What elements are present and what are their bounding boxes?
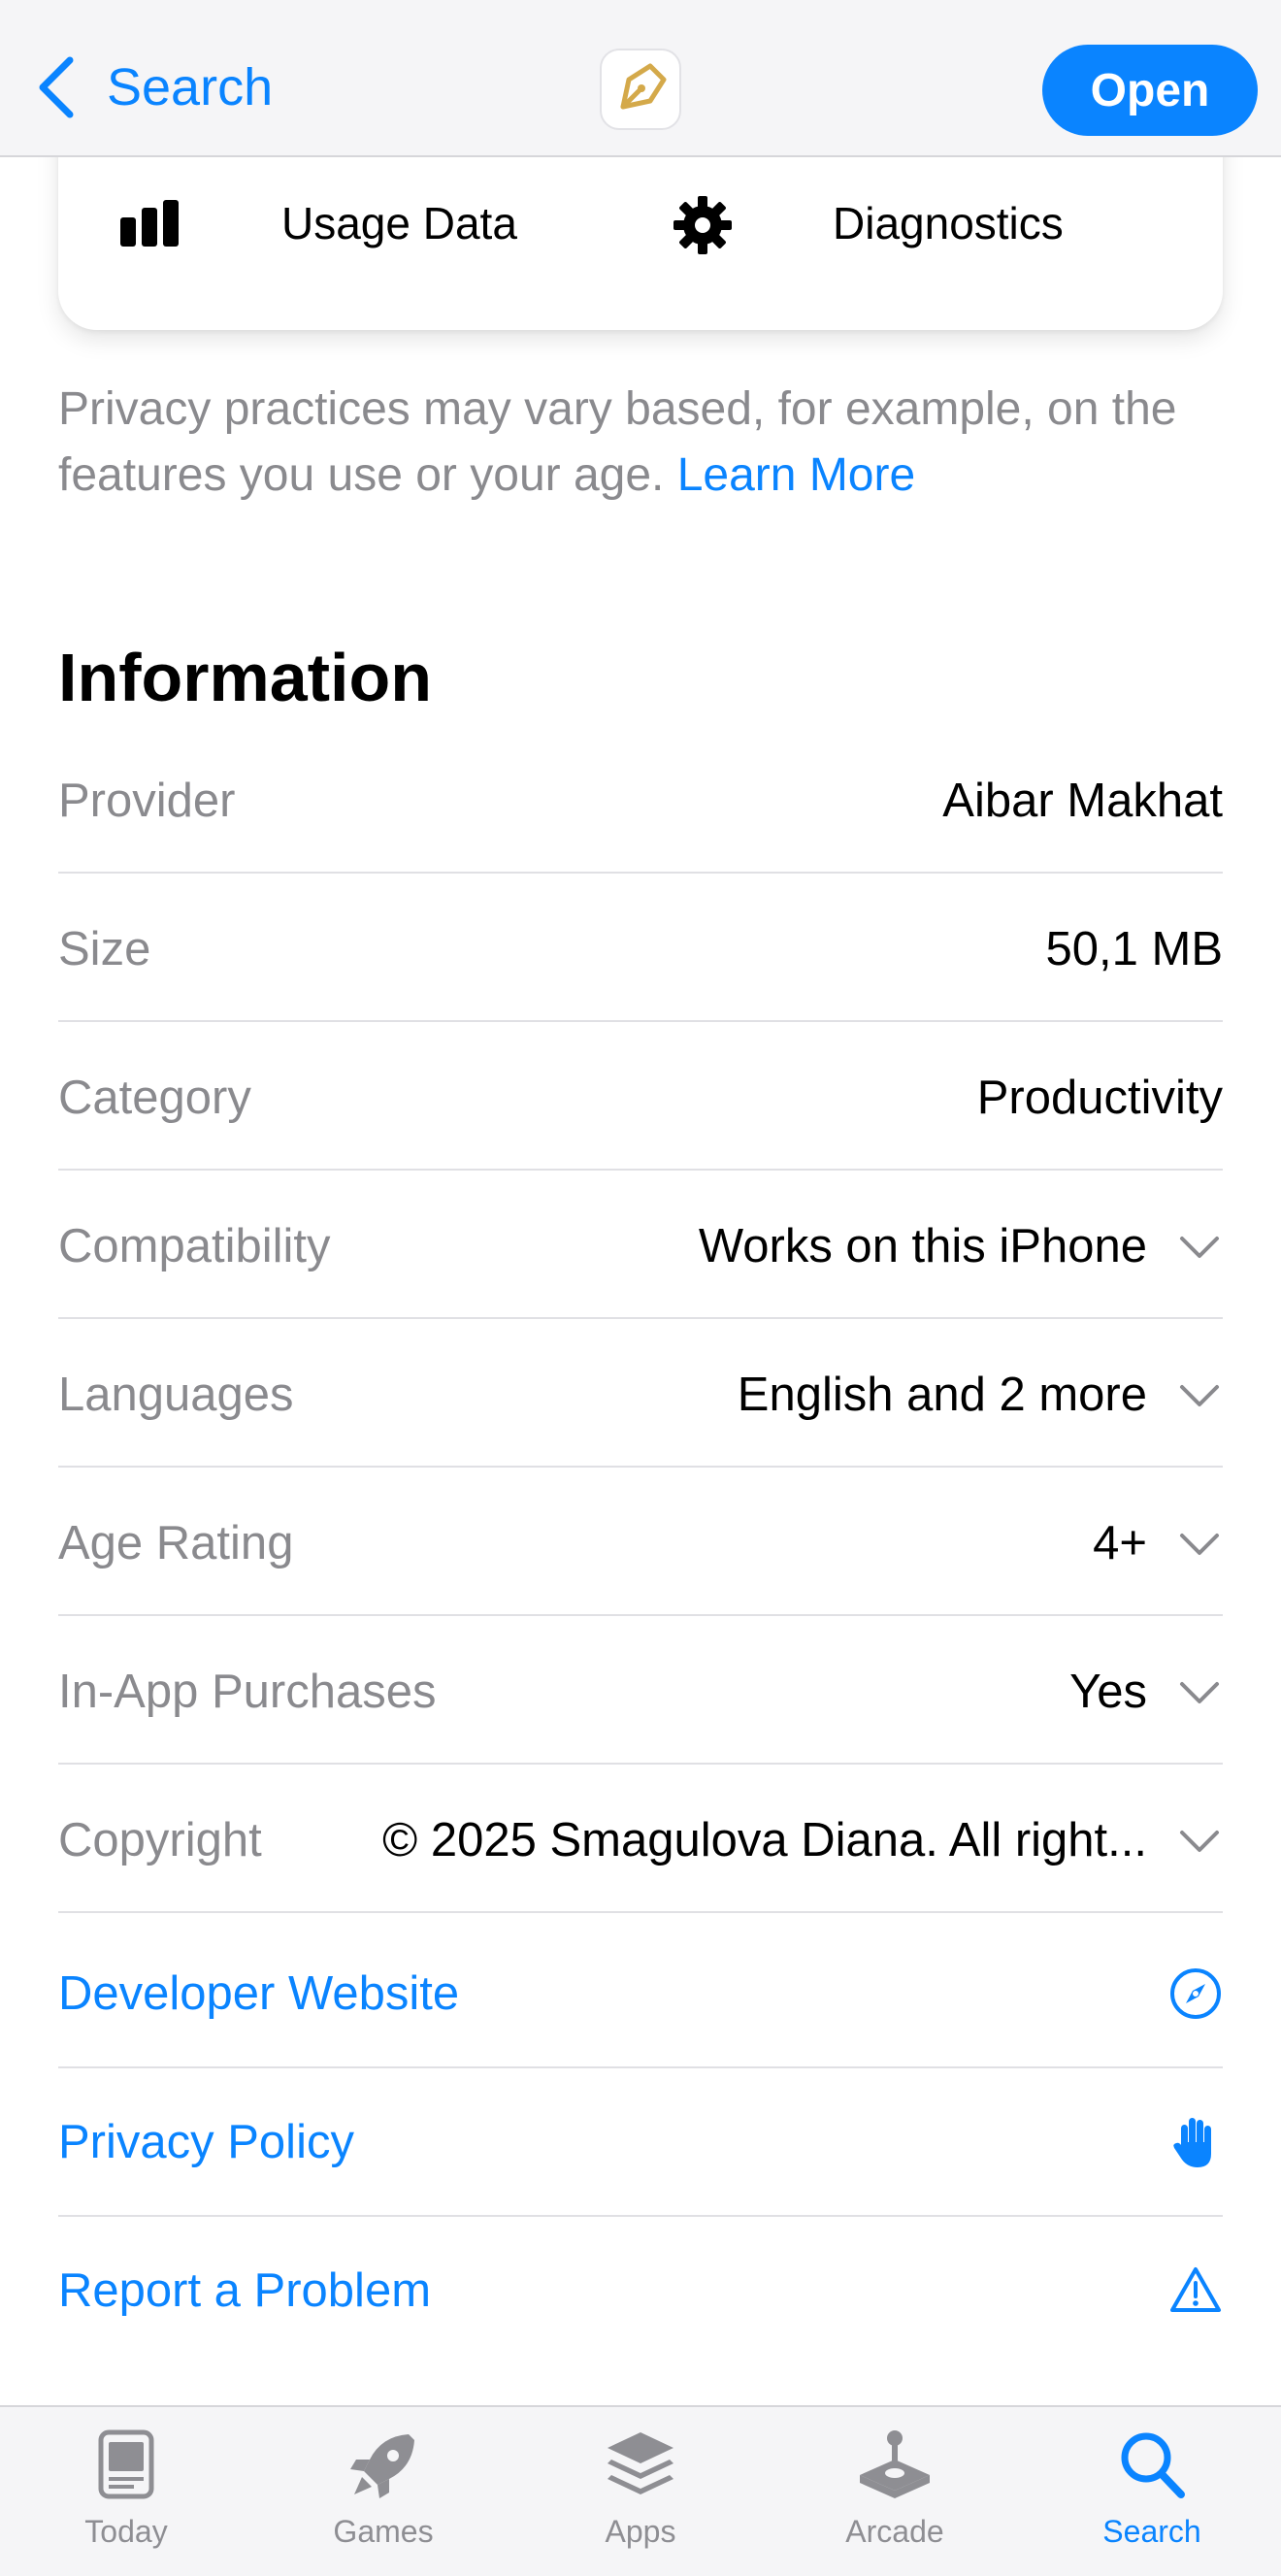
info-value: English and 2 more [737, 1369, 1147, 1421]
info-value: © 2025 Smagulova Diana. All right... [382, 1814, 1147, 1866]
info-row-age-rating[interactable]: Age Rating 4+ [58, 1470, 1223, 1617]
info-row-in-app-purchases[interactable]: In-App Purchases Yes [58, 1618, 1223, 1766]
link-label: Report a Problem [58, 2264, 432, 2317]
developer-website-link[interactable]: Developer Website [58, 1920, 1223, 2067]
privacy-note-text: Privacy practices may vary based, for ex… [58, 383, 1177, 501]
rocket-icon [350, 2434, 414, 2498]
chevron-down-icon[interactable] [1176, 1823, 1223, 1858]
info-key: Compatibility [58, 1220, 331, 1272]
hand-icon [1173, 2118, 1211, 2167]
tab-label: Apps [605, 2514, 676, 2549]
top-nav-bar: Search Open [0, 0, 1281, 157]
info-row-category: Category Productivity [58, 1024, 1223, 1172]
gear-icon [673, 196, 732, 254]
tab-today[interactable]: Today [29, 2407, 223, 2576]
link-label: Privacy Policy [58, 2116, 354, 2168]
info-value: Works on this iPhone [698, 1220, 1147, 1272]
back-button[interactable]: Search [107, 56, 273, 118]
info-value: 50,1 MB [1045, 923, 1223, 975]
section-title-information: Information [58, 640, 432, 715]
report-problem-link[interactable]: Report a Problem [58, 2217, 1223, 2364]
tab-label: Today [84, 2514, 168, 2549]
divider [58, 1614, 1223, 1616]
info-value: Aibar Makhat [942, 775, 1223, 827]
info-key: Provider [58, 775, 236, 827]
divider [58, 1911, 1223, 1913]
tab-label: Arcade [845, 2514, 944, 2549]
tab-search[interactable]: Search [1055, 2407, 1249, 2576]
privacy-note: Privacy practices may vary based, for ex… [58, 377, 1223, 509]
info-key: Age Rating [58, 1517, 294, 1569]
search-icon [1121, 2432, 1185, 2498]
tab-games[interactable]: Games [286, 2407, 480, 2576]
divider [58, 1466, 1223, 1468]
apps-stack-icon [608, 2432, 673, 2494]
divider [58, 1317, 1223, 1319]
tab-label: Search [1102, 2514, 1201, 2549]
chevron-down-icon[interactable] [1176, 1526, 1223, 1561]
bar-chart-icon [120, 200, 179, 247]
info-value: 4+ [1093, 1517, 1147, 1569]
privacy-item-label: Diagnostics [833, 198, 1064, 248]
divider [58, 1169, 1223, 1171]
today-icon [98, 2429, 154, 2499]
tab-bar: Today Games Apps Arcade Search [0, 2405, 1281, 2576]
chevron-down-icon[interactable] [1176, 1229, 1223, 1264]
info-key: Copyright [58, 1814, 262, 1866]
info-key: Size [58, 923, 151, 975]
chevron-left-icon[interactable] [35, 54, 78, 120]
app-icon [600, 49, 681, 130]
open-button[interactable]: Open [1042, 45, 1258, 136]
privacy-policy-link[interactable]: Privacy Policy [58, 2068, 1223, 2216]
divider [58, 1763, 1223, 1765]
joystick-icon [860, 2430, 930, 2498]
info-row-copyright[interactable]: Copyright © 2025 Smagulova Diana. All ri… [58, 1767, 1223, 1914]
info-row-languages[interactable]: Languages English and 2 more [58, 1321, 1223, 1469]
info-row-size: Size 50,1 MB [58, 875, 1223, 1023]
info-value: Yes [1069, 1666, 1147, 1718]
tab-apps[interactable]: Apps [543, 2407, 738, 2576]
info-key: Languages [58, 1369, 294, 1421]
compass-icon [1170, 1968, 1221, 2019]
divider [58, 1020, 1223, 1022]
divider [58, 872, 1223, 874]
info-value: Productivity [976, 1072, 1223, 1124]
fountain-pen-icon [620, 63, 667, 110]
chevron-down-icon[interactable] [1176, 1377, 1223, 1412]
info-row-provider: Provider Aibar Makhat [58, 727, 1223, 875]
tab-label: Games [333, 2514, 434, 2549]
info-row-compatibility[interactable]: Compatibility Works on this iPhone [58, 1172, 1223, 1320]
privacy-item-label: Usage Data [281, 198, 517, 248]
info-key: In-App Purchases [58, 1666, 437, 1718]
chevron-down-icon[interactable] [1176, 1674, 1223, 1709]
link-label: Developer Website [58, 1967, 460, 2020]
learn-more-link[interactable]: Learn More [677, 449, 915, 501]
warning-icon [1170, 2267, 1221, 2312]
info-key: Category [58, 1072, 251, 1124]
tab-arcade[interactable]: Arcade [798, 2407, 992, 2576]
